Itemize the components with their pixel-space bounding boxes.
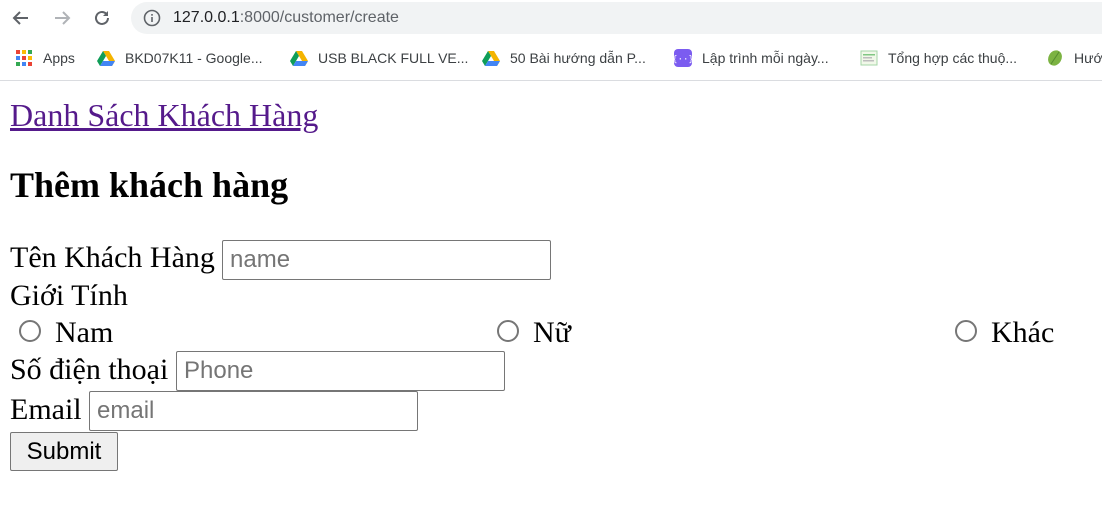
bookmark-lap-trinh[interactable]: {··} Lập trình mỗi ngày...	[674, 47, 829, 69]
gender-label: Giới Tính	[10, 279, 128, 312]
email-label: Email	[10, 393, 82, 426]
google-drive-icon	[482, 51, 500, 66]
bookmark-apps[interactable]: Apps	[15, 47, 75, 69]
url-host: 127.0.0.1	[173, 9, 240, 26]
doc-thumbnail-icon	[860, 50, 878, 66]
back-arrow-icon	[12, 11, 28, 25]
bookmark-label: USB BLACK FULL VE...	[318, 50, 469, 66]
bookmark-label: Hướ	[1074, 50, 1102, 66]
bookmark-bkd07k11[interactable]: BKD07K11 - Google...	[97, 47, 262, 69]
svg-text:{··}: {··}	[674, 55, 692, 65]
info-icon	[143, 9, 161, 27]
back-button[interactable]	[7, 5, 35, 31]
phone-label: Số điện thoại	[10, 353, 169, 386]
leaf-icon	[1048, 50, 1062, 66]
address-bar[interactable]: 127.0.0.1:8000/customer/create	[131, 2, 1102, 34]
name-input[interactable]	[222, 240, 551, 280]
bookmark-label: Lập trình mỗi ngày...	[702, 50, 829, 66]
forward-arrow-icon	[55, 11, 71, 25]
bookmark-label: BKD07K11 - Google...	[125, 50, 263, 66]
gender-option-nam: Nam	[55, 316, 114, 349]
phone-input[interactable]	[176, 351, 505, 391]
bookmark-tong-hop[interactable]: Tổng hợp các thuộ...	[860, 47, 1017, 69]
gender-radio-nam[interactable]	[19, 320, 41, 342]
gender-radio-nu[interactable]	[497, 320, 519, 342]
reload-icon	[95, 10, 109, 25]
browser-toolbar: 127.0.0.1:8000/customer/create	[0, 0, 1102, 37]
bookmark-label: Apps	[43, 50, 75, 66]
bookmark-label: 50 Bài hướng dẫn P...	[510, 50, 646, 66]
url-text: 127.0.0.1:8000/customer/create	[173, 8, 399, 28]
google-drive-icon	[97, 51, 115, 66]
code-bracket-icon: {··}	[674, 49, 692, 67]
gender-option-nu: Nữ	[533, 316, 571, 349]
bookmark-50-bai[interactable]: 50 Bài hướng dẫn P...	[482, 47, 646, 69]
bookmark-label: Tổng hợp các thuộ...	[888, 50, 1018, 66]
email-input[interactable]	[89, 391, 418, 431]
gender-option-khac: Khác	[991, 316, 1055, 349]
submit-button[interactable]: Submit	[10, 432, 118, 471]
google-drive-icon	[290, 51, 308, 66]
forward-button[interactable]	[48, 5, 76, 31]
reload-button[interactable]	[88, 5, 116, 31]
page-title: Thêm khách hàng	[10, 165, 289, 205]
bookmarks-bar: Apps BKD07K11 - Google... USB BLACK FULL…	[0, 37, 1102, 81]
gender-radio-khac[interactable]	[955, 320, 977, 342]
apps-grid-icon	[16, 50, 32, 66]
url-path: :8000/customer/create	[239, 9, 399, 26]
name-label: Tên Khách Hàng	[10, 241, 215, 274]
bookmark-usb-black[interactable]: USB BLACK FULL VE...	[290, 47, 468, 69]
customer-list-link[interactable]: Danh Sách Khách Hàng	[10, 97, 318, 133]
bookmark-huong[interactable]: Hướ	[1046, 47, 1102, 69]
page-content: Danh Sách Khách Hàng Thêm khách hàng Tên…	[0, 81, 1102, 529]
